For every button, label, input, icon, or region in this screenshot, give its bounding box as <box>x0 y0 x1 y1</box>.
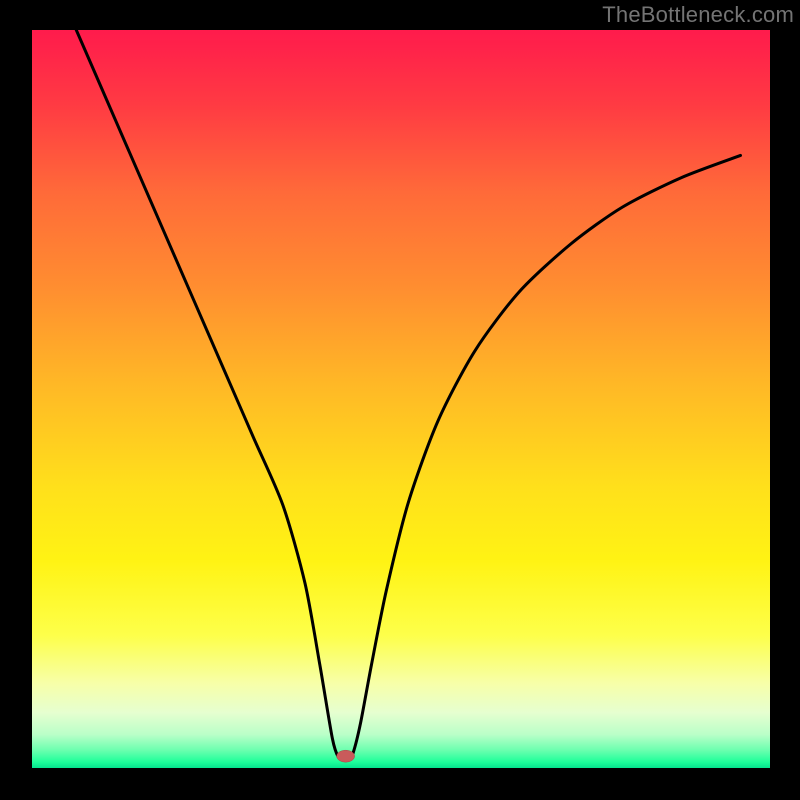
watermark-text: TheBottleneck.com <box>602 2 794 28</box>
chart-svg <box>0 0 800 800</box>
plot-background <box>32 30 770 768</box>
minimum-marker <box>337 750 355 762</box>
chart-container: TheBottleneck.com <box>0 0 800 800</box>
